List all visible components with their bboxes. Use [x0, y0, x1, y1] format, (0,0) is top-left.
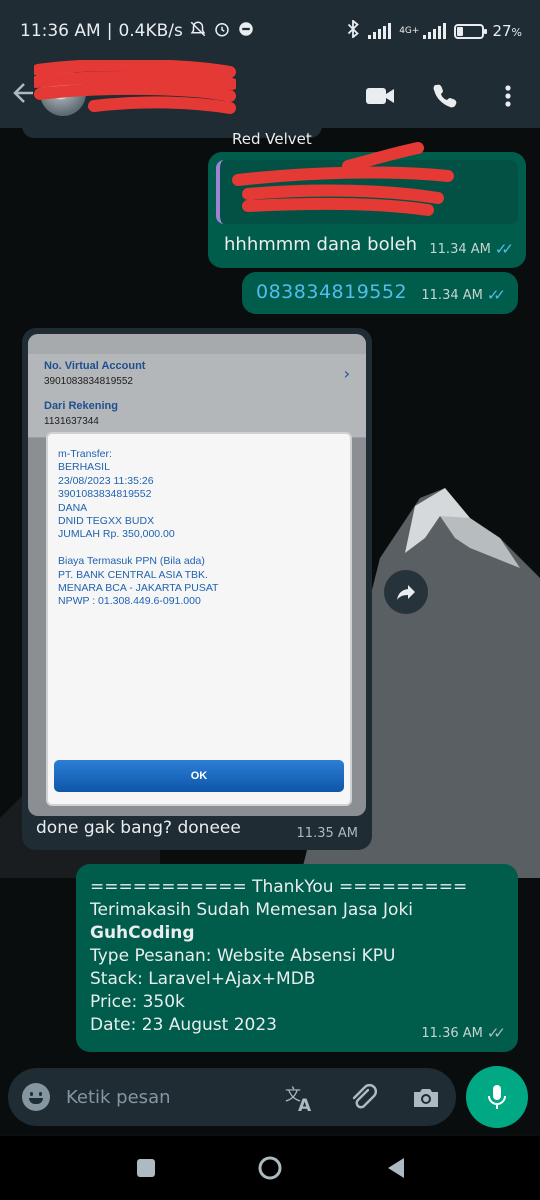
phone-number-link[interactable]: 083834819552 [256, 281, 407, 303]
forward-icon[interactable] [384, 570, 428, 614]
signal-bars-icon-2 [423, 23, 447, 39]
system-nav-bar [0, 1136, 540, 1200]
emoji-icon[interactable] [22, 1083, 50, 1111]
receipt-line: BERHASIL [58, 461, 110, 474]
receipt-row-virtual-account: No. Virtual Account 3901083834819552 › [28, 354, 366, 398]
receipt-row-label: Dari Rekening [44, 400, 118, 412]
receipt-screenshot-image[interactable]: No. Virtual Account 3901083834819552 › D… [28, 334, 366, 816]
message-reply[interactable]: hhhmmm dana boleh 11.34 AM ✓✓ [208, 142, 526, 268]
signal-bars-icon [368, 23, 392, 39]
back-arrow-icon[interactable] [10, 76, 36, 110]
receipt-row-source-account: Dari Rekening 1131637344 [28, 394, 366, 438]
message-time: 11.36 AM [421, 1025, 483, 1041]
thankyou-line: Date: 23 August 2023 [90, 1015, 277, 1035]
bluetooth-icon [346, 19, 360, 42]
more-vert-icon[interactable] [490, 76, 526, 116]
chat-area[interactable]: Red Velvet hhhmmm dana boleh 11.34 AM ✓✓… [0, 128, 540, 1134]
message-meta: 11.36 AM ✓✓ [421, 1024, 506, 1042]
thankyou-line: =========== ThankYou ========= [90, 877, 468, 897]
receipt-ok-button: OK [54, 760, 344, 792]
status-net-speed: 0.4KB/s [118, 21, 183, 41]
receipt-line: PT. BANK CENTRAL ASIA TBK. [58, 568, 208, 581]
receipt-line: DNID TEGXX BUDX [58, 514, 155, 527]
receipt-line: NPWP : 01.308.449.6-091.000 [58, 595, 201, 608]
battery-percent: 27% [492, 22, 522, 40]
thankyou-line: Type Pesanan: Website Absensi KPU [90, 946, 396, 966]
chevron-right-icon: › [343, 364, 350, 383]
thankyou-line: Price: 350k [90, 992, 185, 1012]
mic-icon [488, 1085, 506, 1109]
thankyou-line: GuhCoding [90, 923, 195, 943]
receipt-line: DANA [58, 501, 88, 514]
receipt-line: 23/08/2023 11:35:26 [58, 474, 154, 487]
translate-icon[interactable]: 文A [284, 1082, 316, 1116]
svg-text:A: A [298, 1096, 312, 1114]
redaction-scribble [34, 60, 236, 114]
receipt-row-label: No. Virtual Account [44, 360, 146, 372]
receipt-line: m-Transfer: [58, 448, 112, 460]
receipt-row-value: 3901083834819552 [44, 376, 133, 387]
attach-icon[interactable] [348, 1082, 380, 1114]
message-phone-number[interactable]: 083834819552 11.34 AM ✓✓ [242, 272, 518, 314]
receipt-line: MENARA BCA - JAKARTA PUSAT [58, 581, 219, 594]
message-time: 11.35 AM [296, 826, 358, 841]
receipt-line: 3901083834819552 [58, 488, 152, 501]
alarm-icon [213, 20, 231, 42]
home-icon[interactable] [256, 1154, 284, 1182]
message-image[interactable]: No. Virtual Account 3901083834819552 › D… [22, 328, 372, 850]
thankyou-line: Terimakasih Sudah Memesan Jasa Joki [90, 900, 414, 920]
data-saver-icon [237, 20, 255, 42]
mic-button[interactable] [466, 1066, 528, 1128]
receipt-line: Biaya Termasuk PPN (Bila ada) [58, 555, 205, 568]
receipt-line: JUMLAH Rp. 350,000.00 [58, 528, 175, 541]
battery-icon [454, 23, 488, 39]
status-time: 11:36 AM [20, 21, 101, 41]
receipt-dialog: m-Transfer: BERHASIL 23/08/2023 11:35:26 39… [48, 434, 350, 804]
message-text: hhhmmm dana boleh [224, 234, 418, 255]
double-check-read-icon: ✓✓ [494, 240, 514, 258]
redaction-scribble-quote [232, 142, 454, 216]
camera-icon[interactable] [410, 1082, 442, 1114]
image-caption: done gak bang? doneee [36, 818, 241, 838]
double-check-delivered-icon: ✓✓ [486, 1024, 506, 1042]
network-type-label: 4G+ [399, 26, 420, 36]
status-bar: 11:36 AM | 0.4KB/s 4G+ 27% [0, 0, 540, 62]
video-call-icon[interactable] [364, 76, 404, 116]
message-time: 11.34 AM [421, 287, 483, 303]
message-input[interactable] [66, 1080, 266, 1114]
receipt-row-value: 1131637344 [44, 416, 99, 427]
thankyou-text: =========== ThankYou ========= Terimakasi… [90, 876, 467, 1037]
status-separator: | [106, 21, 113, 41]
voice-call-icon[interactable] [430, 76, 470, 116]
nav-back-icon[interactable] [382, 1154, 410, 1182]
message-thankyou[interactable]: =========== ThankYou ========= Terimakasi… [76, 864, 518, 1052]
recent-apps-icon[interactable] [132, 1154, 160, 1182]
message-time: 11.34 AM [429, 241, 491, 257]
receipt-line [58, 542, 218, 555]
message-meta: 11.34 AM ✓✓ [429, 240, 514, 258]
double-check-read-icon: ✓✓ [486, 286, 506, 304]
bell-off-icon [189, 20, 207, 42]
compose-bar: 文A [8, 1068, 456, 1126]
receipt-lines: m-Transfer: BERHASIL 23/08/2023 11:35:26 39… [58, 448, 218, 609]
thankyou-line: Stack: Laravel+Ajax+MDB [90, 969, 316, 989]
message-meta: 11.34 AM ✓✓ [421, 286, 506, 304]
